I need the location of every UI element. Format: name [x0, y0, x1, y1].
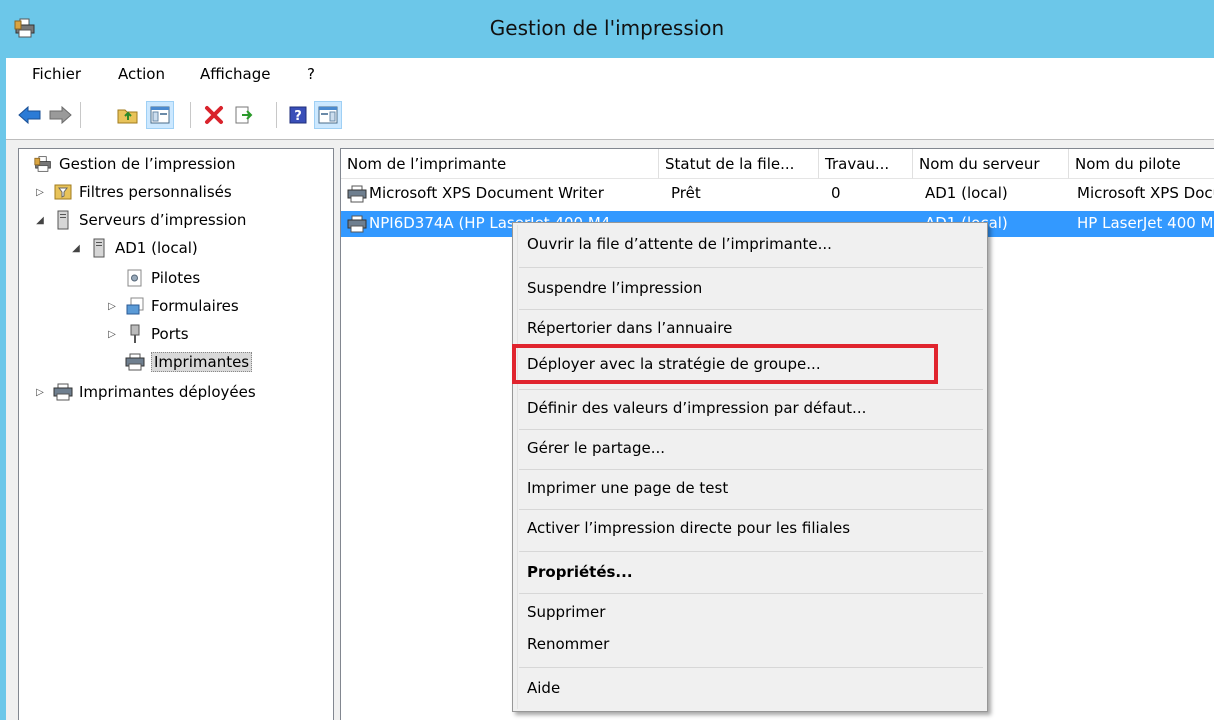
action-pane-icon[interactable]: [314, 101, 342, 129]
svg-text:?: ?: [294, 109, 302, 124]
tree-item-label: Gestion de l’impression: [59, 155, 236, 173]
filter-icon: [53, 182, 73, 202]
menu-separator: [519, 509, 983, 510]
column-header-name[interactable]: Nom de l’imprimante: [341, 149, 659, 179]
expander-collapsed-icon[interactable]: ▷: [33, 187, 47, 198]
menu-separator: [519, 429, 983, 430]
column-header-jobs[interactable]: Travau...: [819, 149, 913, 179]
column-header-status[interactable]: Statut de la file...: [659, 149, 819, 179]
print-management-icon: [33, 154, 53, 174]
menu-separator: [519, 469, 983, 470]
menu-separator: [519, 551, 983, 552]
context-menu: Ouvrir la file d’attente de l’imprimante…: [512, 222, 988, 712]
highlight-box: [512, 344, 938, 384]
toolbar-separator: [276, 102, 277, 128]
expander-expanded-icon[interactable]: ◢: [33, 215, 47, 226]
table-row[interactable]: Microsoft XPS Document Writer Prêt 0 AD1…: [341, 181, 1214, 207]
column-header-driver[interactable]: Nom du pilote: [1069, 149, 1214, 179]
menu-separator: [519, 593, 983, 594]
tree-item-ports[interactable]: ▷ Ports: [105, 321, 189, 347]
expander-collapsed-icon[interactable]: ▷: [105, 329, 119, 340]
expander-collapsed-icon[interactable]: ▷: [33, 387, 47, 398]
menu-item-list-in-directory[interactable]: Répertorier dans l’annuaire: [527, 313, 977, 343]
printer-icon: [53, 382, 73, 402]
toolbar-separator: [80, 102, 81, 128]
tree-item-filtres[interactable]: ▷ Filtres personnalisés: [33, 179, 232, 205]
toolbar: ?: [6, 92, 1214, 140]
printer-icon: [125, 352, 145, 372]
tree-root[interactable]: Gestion de l’impression: [33, 151, 235, 177]
console-tree: Gestion de l’impression ▷ Filtres person…: [18, 148, 334, 720]
menu-item-set-defaults[interactable]: Définir des valeurs d’impression par déf…: [527, 393, 977, 423]
show-hide-console-tree-icon[interactable]: [146, 101, 174, 129]
menu-bar: Fichier Action Affichage ?: [6, 58, 1214, 93]
printer-icon: [347, 215, 367, 237]
tree-item-label: Imprimantes: [151, 352, 253, 372]
tree-item-pilotes[interactable]: Pilotes: [105, 265, 200, 291]
menu-affichage[interactable]: Affichage: [200, 65, 270, 83]
driver-icon: [125, 268, 145, 288]
tree-item-label: Pilotes: [151, 269, 201, 287]
title-bar: Gestion de l'impression: [0, 0, 1214, 56]
tree-item-formulaires[interactable]: ▷ Formulaires: [105, 293, 239, 319]
menu-item-print-test-page[interactable]: Imprimer une page de test: [527, 473, 977, 503]
tree-item-imprimantes[interactable]: Imprimantes: [105, 349, 253, 375]
menu-item-rename[interactable]: Renommer: [527, 629, 977, 659]
expander-collapsed-icon[interactable]: ▷: [105, 301, 119, 312]
menu-help[interactable]: ?: [307, 65, 315, 83]
menu-separator: [519, 667, 983, 668]
menu-item-open-queue[interactable]: Ouvrir la file d’attente de l’imprimante…: [527, 229, 977, 259]
menu-item-delete[interactable]: Supprimer: [527, 597, 977, 627]
delete-icon[interactable]: [200, 101, 228, 129]
menu-item-help[interactable]: Aide: [527, 673, 977, 703]
driver-name: Microsoft XPS Document Writer v4: [1077, 184, 1214, 202]
menu-item-properties[interactable]: Propriétés...: [527, 557, 977, 587]
tree-item-label: Filtres personnalisés: [79, 183, 232, 201]
column-header-server[interactable]: Nom du serveur: [913, 149, 1069, 179]
menu-fichier[interactable]: Fichier: [32, 65, 81, 83]
tree-item-label: Ports: [151, 325, 189, 343]
menu-separator: [519, 267, 983, 268]
folder-up-icon[interactable]: [114, 101, 142, 129]
server-name: AD1 (local): [925, 184, 1008, 202]
printer-name: Microsoft XPS Document Writer: [369, 184, 604, 202]
forward-arrow-icon[interactable]: [46, 101, 74, 129]
tree-item-deployees[interactable]: ▷ Imprimantes déployées: [33, 379, 256, 405]
forms-icon: [125, 296, 145, 316]
menu-action[interactable]: Action: [118, 65, 165, 83]
toolbar-separator: [190, 102, 191, 128]
back-arrow-icon[interactable]: [16, 101, 44, 129]
export-icon[interactable]: [230, 101, 258, 129]
driver-name: HP LaserJet 400 M401 PCL 6: [1077, 214, 1214, 232]
menu-item-manage-sharing[interactable]: Gérer le partage...: [527, 433, 977, 463]
server-icon: [89, 238, 109, 258]
server-icon: [53, 210, 73, 230]
menu-separator: [519, 389, 983, 390]
help-icon[interactable]: ?: [284, 101, 312, 129]
printer-icon: [347, 185, 367, 207]
tree-item-serveurs[interactable]: ◢ Serveurs d’impression: [33, 207, 246, 233]
menu-separator: [519, 309, 983, 310]
window-title: Gestion de l'impression: [489, 16, 725, 40]
menu-item-pause-printing[interactable]: Suspendre l’impression: [527, 273, 977, 303]
tree-item-ad1[interactable]: ◢ AD1 (local): [69, 235, 198, 261]
menu-item-branch-office-printing[interactable]: Activer l’impression directe pour les fi…: [527, 513, 977, 543]
tree-item-label: AD1 (local): [115, 239, 198, 257]
expander-expanded-icon[interactable]: ◢: [69, 243, 83, 254]
tree-item-label: Imprimantes déployées: [79, 383, 256, 401]
tree-item-label: Formulaires: [151, 297, 239, 315]
tree-item-label: Serveurs d’impression: [79, 211, 247, 229]
queue-status: Prêt: [671, 184, 701, 202]
job-count: 0: [831, 184, 841, 202]
port-icon: [125, 324, 145, 344]
